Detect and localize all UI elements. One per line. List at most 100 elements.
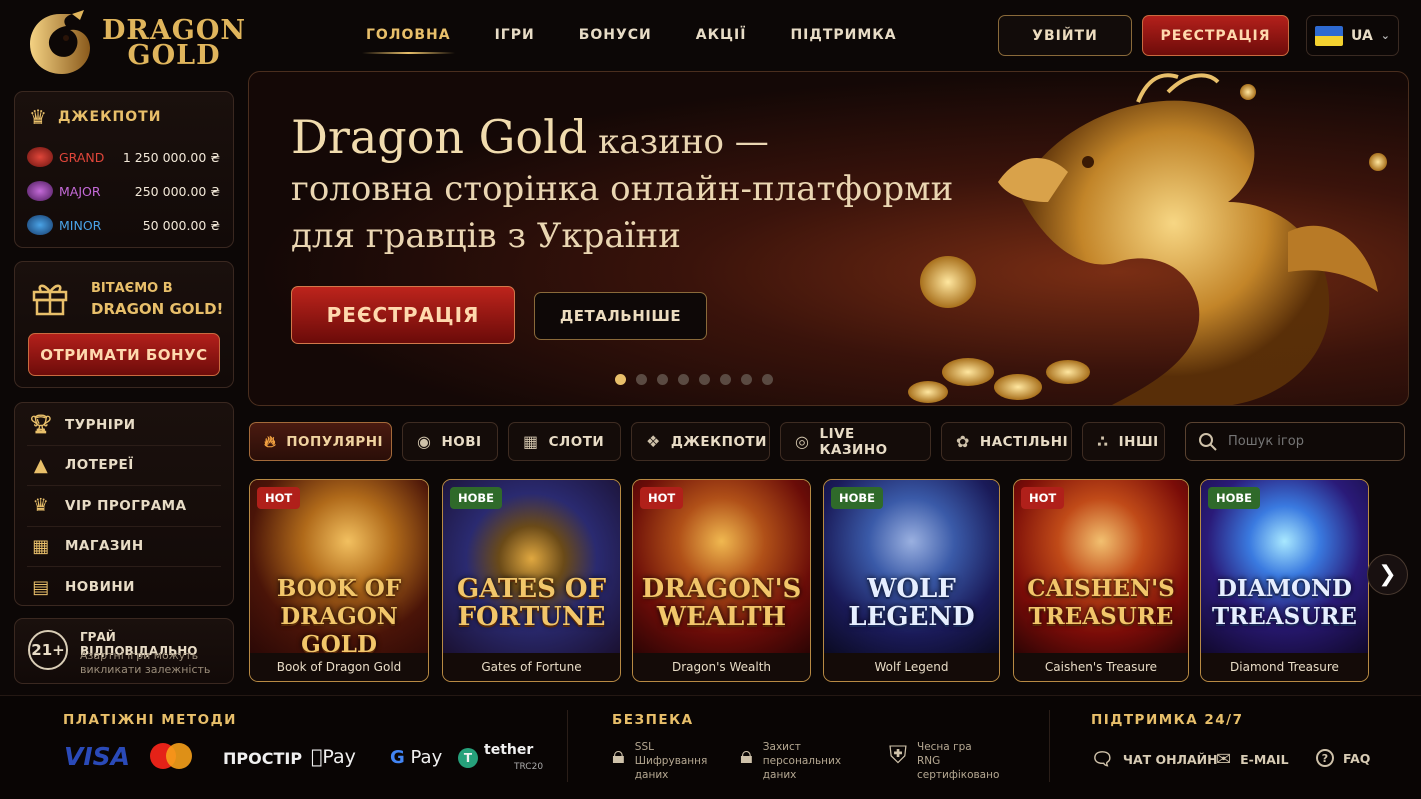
google-pay-logo: G Pay — [390, 747, 443, 768]
search-input[interactable] — [1228, 434, 1388, 449]
carousel-dot[interactable] — [678, 374, 689, 385]
apple-icon:  — [311, 746, 322, 768]
sidebar-item-label: МАГАЗИН — [65, 538, 144, 555]
game-search[interactable] — [1185, 422, 1405, 461]
hot-badge: HOT — [1021, 487, 1065, 509]
carousel-dot[interactable] — [615, 374, 626, 385]
hero-title-line3: для гравців з України — [291, 216, 681, 256]
other-icon: ∴ — [1097, 432, 1109, 451]
jackpot-name: GRAND — [59, 149, 105, 165]
hot-badge: HOT — [640, 487, 684, 509]
game-art-title: BOOK OF DRAGON GOLD — [276, 575, 402, 658]
filter-popular[interactable]: 🔥︎ ПОПУЛЯРНІ — [249, 422, 392, 461]
game-name: Diamond Treasure — [1201, 653, 1368, 681]
dragon-logo-icon — [30, 10, 90, 74]
welcome-line1: ВІТАЄМО В — [91, 281, 173, 296]
hero-register-button[interactable]: РЕЄСТРАЦІЯ — [291, 286, 515, 344]
carousel-dot[interactable] — [636, 374, 647, 385]
game-art-title: DIAMOND TREASURE — [1212, 575, 1357, 630]
jackpot-name: MAJOR — [59, 183, 101, 199]
game-card[interactable]: НОВЕ WOLF LEGEND Wolf Legend — [823, 479, 1000, 682]
filter-new[interactable]: ◉ НОВІ — [402, 422, 498, 461]
hero-title-rest: казино — — [587, 122, 769, 162]
jackpot-icon: ❖ — [646, 432, 661, 451]
sidebar-item-label: ТУРНІРИ — [65, 416, 136, 433]
game-card[interactable]: НОВЕ GATES OF FORTUNE Gates of Fortune — [442, 479, 621, 682]
support-email-link[interactable]: ✉ E-MAIL — [1216, 749, 1289, 770]
main-nav: ГОЛОВНА ІГРИ БОНУСИ АКЦІЇ ПІДТРИМКА — [362, 27, 941, 54]
game-card[interactable]: HOT BOOK OF DRAGON GOLD Book of Dragon G… — [249, 479, 429, 682]
game-art-title: GATES OF FORTUNE — [456, 574, 607, 632]
filter-table-games[interactable]: ✿ НАСТІЛЬНІ — [941, 422, 1072, 461]
sidebar-item-news[interactable]: ▤ НОВИНИ — [27, 567, 221, 608]
sidebar-item-shop[interactable]: ▦ МАГАЗИН — [27, 527, 221, 567]
game-card[interactable]: НОВЕ DIAMOND TREASURE Diamond Treasure — [1200, 479, 1369, 682]
golden-dragon-illustration — [908, 73, 1387, 405]
age-badge: 21+ — [28, 630, 68, 670]
nav-promotions[interactable]: АКЦІЇ — [696, 27, 747, 43]
register-button[interactable]: РЕЄСТРАЦІЯ — [1142, 15, 1289, 56]
footer-divider — [1049, 710, 1050, 782]
next-arrow-icon[interactable]: ❯ — [1367, 554, 1408, 595]
hero-title-line2: головна сторінка онлайн-платформи — [291, 169, 954, 209]
jackpots-title: ДЖЕКПОТИ — [57, 109, 162, 125]
security-fair-play: ⛨ Чесна гра RNG сертифіковано — [889, 741, 1000, 781]
nav-games[interactable]: ІГРИ — [495, 27, 535, 43]
shop-basket-icon: ▦ — [32, 535, 50, 557]
filter-label: НОВІ — [441, 433, 482, 450]
responsible-text: Азартні ігри можуть викликати залежність — [80, 649, 211, 676]
game-name: Caishen's Treasure — [1014, 653, 1188, 681]
game-card[interactable]: HOT CAISHEN'S TREASURE Caishen's Treasur… — [1013, 479, 1189, 682]
filter-live-casino[interactable]: ◎ LIVE КАЗИНО — [780, 422, 931, 461]
jackpots-panel: ♛ ДЖЕКПОТИ GRAND 1 250 000.00 ₴ MAJOR 25… — [14, 91, 234, 248]
nav-bonuses[interactable]: БОНУСИ — [579, 27, 652, 43]
filter-jackpots[interactable]: ❖ ДЖЕКПОТИ — [631, 422, 770, 461]
gift-icon — [32, 284, 68, 316]
game-art-title: CAISHEN'S TREASURE — [1027, 575, 1175, 630]
carousel-dot[interactable] — [762, 374, 773, 385]
support-faq-link[interactable]: ? FAQ — [1316, 749, 1370, 767]
footer: ПЛАТІЖНІ МЕТОДИ VISA ПРОСТІР Pay G Pay … — [0, 695, 1421, 799]
support-chat-link[interactable]: 🗨︎ ЧАТ ОНЛАЙН — [1091, 749, 1218, 770]
jackpot-value: 250 000.00 ₴ — [134, 183, 220, 199]
sidebar-item-lotteries[interactable]: ▲ ЛОТЕРЕЇ — [27, 446, 221, 486]
support-title: ПІДТРИМКА 24/7 — [1091, 712, 1244, 728]
language-select[interactable]: UA ⌄ — [1306, 15, 1399, 56]
filter-label: ПОПУЛЯРНІ — [286, 433, 384, 450]
filter-other[interactable]: ∴ ІНШІ — [1082, 422, 1165, 461]
sidebar-item-vip[interactable]: ♛ VIP ПРОГРАМА — [27, 486, 221, 527]
security-data-protection: 🔒︎ Захист персональних даних — [740, 741, 842, 781]
slots-icon: ▦ — [523, 432, 539, 451]
carousel-dots — [615, 374, 773, 385]
carousel-dot[interactable] — [720, 374, 731, 385]
nav-home[interactable]: ГОЛОВНА — [362, 27, 455, 54]
filter-label: НАСТІЛЬНІ — [979, 433, 1069, 450]
logo[interactable]: DRAGON GOLD — [22, 8, 245, 78]
filter-slots[interactable]: ▦ СЛОТИ — [508, 422, 621, 461]
welcome-line2: DRAGON GOLD! — [91, 300, 224, 318]
padlock-icon: 🔒︎ — [740, 741, 753, 769]
nav-support[interactable]: ПІДТРИМКА — [790, 27, 896, 43]
hero-details-button[interactable]: ДЕТАЛЬНІШЕ — [534, 292, 707, 340]
hero-title: Dragon Gold казино — головна сторінка он… — [291, 114, 971, 260]
filter-label: LIVE КАЗИНО — [819, 425, 888, 458]
jackpot-value: 1 250 000.00 ₴ — [122, 149, 220, 165]
grand-jackpot-icon — [27, 147, 53, 167]
tether-icon: T — [458, 748, 478, 768]
carousel-dot[interactable] — [741, 374, 752, 385]
shield-check-icon: ⛨ — [889, 741, 907, 769]
carousel-dot[interactable] — [657, 374, 668, 385]
carousel-dot[interactable] — [699, 374, 710, 385]
get-bonus-button[interactable]: ОТРИМАТИ БОНУС — [28, 333, 220, 376]
minor-jackpot-icon — [27, 215, 53, 235]
major-jackpot-icon — [27, 181, 53, 201]
crown-icon: ♛ — [32, 495, 50, 517]
crown-icon: ♛ — [29, 105, 48, 129]
lock-icon: 🔒︎ — [612, 741, 625, 769]
sidebar-item-tournaments[interactable]: 🏆︎ ТУРНІРИ — [27, 405, 221, 446]
game-name: Dragon's Wealth — [633, 653, 810, 681]
question-circle-icon: ? — [1316, 749, 1334, 767]
game-name: Book of Dragon Gold — [250, 653, 428, 681]
game-card[interactable]: HOT DRAGON'S WEALTH Dragon's Wealth — [632, 479, 811, 682]
login-button[interactable]: УВІЙТИ — [998, 15, 1132, 56]
